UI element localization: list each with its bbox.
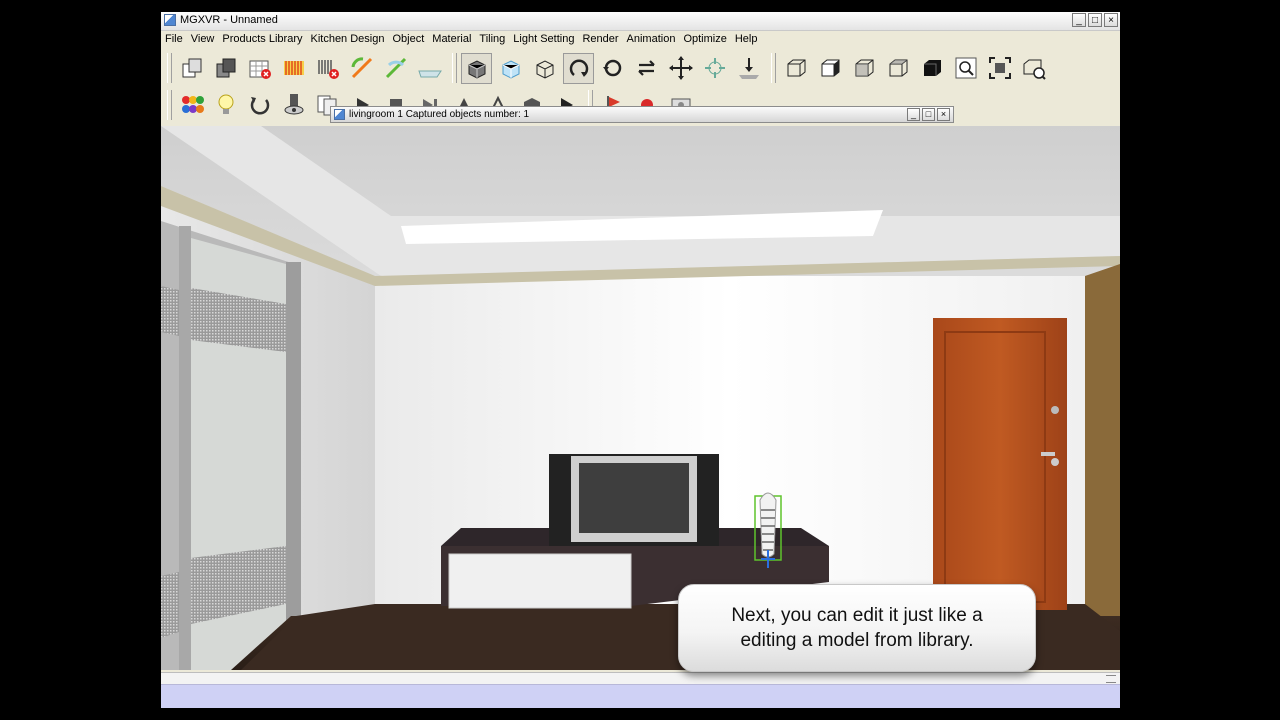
rotate-cw-icon[interactable] xyxy=(563,52,594,84)
minimize-button[interactable]: _ xyxy=(1072,13,1086,27)
view-wireframe-icon[interactable] xyxy=(529,53,560,84)
caption-line-1: Next, you can edit it just like a xyxy=(731,605,983,626)
status-bar xyxy=(161,684,1120,708)
rotate-green-icon[interactable] xyxy=(346,53,377,84)
menu-file[interactable]: File xyxy=(161,31,187,48)
menu-bar: File View Products Library Kitchen Desig… xyxy=(161,31,1120,48)
delete-grid-icon[interactable] xyxy=(244,53,275,84)
menu-tiling[interactable]: Tiling xyxy=(475,31,509,48)
menu-kitchen-design[interactable]: Kitchen Design xyxy=(306,31,388,48)
menu-render[interactable]: Render xyxy=(578,31,622,48)
close-button[interactable]: × xyxy=(1104,13,1118,27)
toolbar-separator xyxy=(771,53,776,83)
toolbar-grip[interactable] xyxy=(167,90,172,120)
camera-icon[interactable] xyxy=(278,90,309,121)
view-top-icon[interactable] xyxy=(916,53,947,84)
drop-icon[interactable] xyxy=(733,53,764,84)
caption-text: Next, you can edit it just like a editing… xyxy=(731,603,982,653)
maximize-button[interactable]: □ xyxy=(1088,13,1102,27)
paste-icon[interactable] xyxy=(210,53,241,84)
title-bar: MGXVR - Unnamed _ □ × xyxy=(161,12,1120,31)
move-icon[interactable] xyxy=(665,53,696,84)
rotate-gradient-icon[interactable] xyxy=(380,53,411,84)
inner-window-title: livingroom 1 Captured objects number: 1 … xyxy=(330,106,954,123)
striped-icon[interactable] xyxy=(278,53,309,84)
menu-optimize[interactable]: Optimize xyxy=(679,31,730,48)
view-perspective-icon[interactable] xyxy=(461,52,492,84)
main-toolbar xyxy=(163,50,1052,86)
flat-plane-icon[interactable] xyxy=(414,53,445,84)
inner-window-title-text: livingroom 1 Captured objects number: 1 xyxy=(349,109,530,120)
inner-maximize-button[interactable]: □ xyxy=(922,108,935,121)
zoom-icon[interactable] xyxy=(950,53,981,84)
flip-icon[interactable] xyxy=(631,53,662,84)
window-title: MGXVR - Unnamed xyxy=(180,14,278,26)
tutorial-caption: Next, you can edit it just like a editing… xyxy=(678,584,1036,672)
center-icon[interactable] xyxy=(699,53,730,84)
zoom-selected-icon[interactable] xyxy=(1018,53,1049,84)
tv-screen xyxy=(579,463,689,533)
view-box-icon[interactable] xyxy=(495,53,526,84)
delete-striped-icon[interactable] xyxy=(312,53,343,84)
view-side-icon[interactable] xyxy=(882,53,913,84)
menu-view[interactable]: View xyxy=(187,31,219,48)
inner-window-controls: _ □ × xyxy=(907,108,950,121)
light-bulb-icon[interactable] xyxy=(210,90,241,121)
view-solid-cube-icon[interactable] xyxy=(814,53,845,84)
zoom-fit-icon[interactable] xyxy=(984,53,1015,84)
menu-products-library[interactable]: Products Library xyxy=(218,31,306,48)
menu-material[interactable]: Material xyxy=(428,31,475,48)
app-icon xyxy=(164,14,176,26)
color-balls-icon[interactable] xyxy=(176,90,207,121)
horizontal-scrollbar[interactable] xyxy=(161,672,1120,684)
menu-light-setting[interactable]: Light Setting xyxy=(509,31,578,48)
scroll-grip-icon[interactable] xyxy=(1106,675,1116,683)
door xyxy=(933,318,1067,610)
view-wire-cube-icon[interactable] xyxy=(780,53,811,84)
window-controls: _ □ × xyxy=(1072,13,1118,27)
copy-icon[interactable] xyxy=(176,53,207,84)
menu-object[interactable]: Object xyxy=(388,31,428,48)
view-front-icon[interactable] xyxy=(848,53,879,84)
menu-animation[interactable]: Animation xyxy=(623,31,680,48)
toolbar-grip[interactable] xyxy=(167,53,172,83)
right-wall xyxy=(1085,264,1120,636)
inner-window-icon xyxy=(334,109,345,120)
vase[interactable] xyxy=(759,492,777,558)
inner-close-button[interactable]: × xyxy=(937,108,950,121)
rotate-ccw-icon[interactable] xyxy=(597,53,628,84)
toolbar-separator xyxy=(452,53,457,83)
menu-help[interactable]: Help xyxy=(731,31,762,48)
cabinet-drawer xyxy=(448,553,632,609)
inner-minimize-button[interactable]: _ xyxy=(907,108,920,121)
refresh-icon[interactable] xyxy=(244,90,275,121)
caption-line-2: editing a model from library. xyxy=(740,630,974,651)
